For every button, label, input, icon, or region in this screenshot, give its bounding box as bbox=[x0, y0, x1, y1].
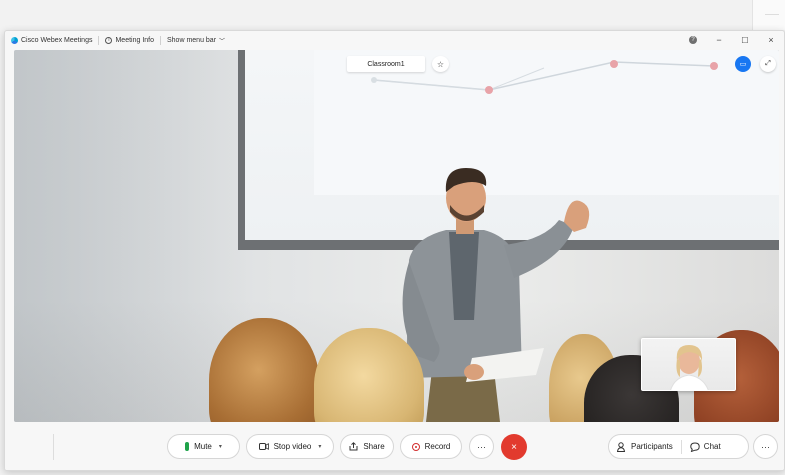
mute-button[interactable]: Mute ▾ bbox=[167, 434, 240, 459]
record-label: Record bbox=[424, 442, 451, 451]
panel-more-button[interactable]: ··· bbox=[753, 434, 778, 459]
expand-icon: ⤢ bbox=[765, 60, 771, 67]
close-button[interactable]: × bbox=[758, 31, 784, 49]
layout-icon: ▭ bbox=[739, 61, 747, 68]
background-panel bbox=[752, 0, 785, 30]
panel-buttons-group: Participants Chat bbox=[608, 434, 749, 459]
show-menu-bar-button[interactable]: Show menu bar ﹀ bbox=[161, 31, 231, 49]
chat-label: Chat bbox=[703, 442, 721, 451]
share-button[interactable]: Share bbox=[340, 434, 394, 459]
participants-label: Participants bbox=[631, 442, 673, 451]
participants-icon bbox=[617, 441, 626, 452]
meeting-info-label: Meeting Info bbox=[115, 36, 154, 44]
close-icon: × bbox=[511, 441, 517, 453]
record-icon bbox=[411, 442, 420, 451]
meeting-name-label: Classroom1 bbox=[347, 56, 425, 72]
mute-label: Mute bbox=[194, 442, 212, 451]
maximize-button[interactable]: ☐ bbox=[732, 31, 758, 49]
stop-video-label: Stop video bbox=[273, 442, 312, 451]
fullscreen-button[interactable]: ⤢ bbox=[760, 56, 776, 72]
chat-icon bbox=[690, 441, 700, 452]
share-label: Share bbox=[363, 442, 385, 451]
chevron-down-icon: ﹀ bbox=[219, 38, 226, 45]
help-icon: ? bbox=[689, 36, 697, 44]
minimize-button[interactable]: − bbox=[706, 31, 732, 49]
meeting-info-button[interactable]: i Meeting Info bbox=[99, 31, 160, 49]
stop-video-button[interactable]: Stop video ▾ bbox=[246, 434, 334, 459]
help-button[interactable]: ? bbox=[680, 31, 706, 49]
meeting-control-bar: Mute ▾ Stop video ▾ Share Record ··· × P… bbox=[5, 422, 784, 470]
microphone-icon bbox=[185, 442, 190, 451]
info-icon: i bbox=[105, 36, 113, 44]
share-icon bbox=[349, 442, 358, 451]
webex-logo-icon bbox=[11, 36, 18, 44]
favorite-button[interactable]: ☆ bbox=[432, 56, 449, 72]
title-bar: Cisco Webex Meetings i Meeting Info Show… bbox=[5, 31, 784, 49]
layout-view-button[interactable]: ▭ bbox=[735, 56, 751, 72]
more-options-button[interactable]: ··· bbox=[469, 434, 494, 459]
end-meeting-button[interactable]: × bbox=[501, 434, 527, 460]
record-button[interactable]: Record bbox=[400, 434, 462, 459]
self-view-person bbox=[670, 345, 709, 390]
video-camera-icon bbox=[258, 443, 269, 450]
chevron-down-icon[interactable]: ▾ bbox=[318, 443, 321, 450]
chat-button[interactable]: Chat bbox=[682, 435, 729, 458]
webex-meeting-window: Cisco Webex Meetings i Meeting Info Show… bbox=[4, 30, 785, 471]
show-menu-label: Show menu bar bbox=[167, 36, 217, 44]
app-name: Cisco Webex Meetings bbox=[21, 36, 93, 44]
main-video-stage: Classroom1 ☆ ▭ ⤢ bbox=[14, 50, 779, 422]
self-view-thumbnail[interactable] bbox=[641, 338, 736, 391]
star-icon: ☆ bbox=[436, 59, 445, 69]
app-title: Cisco Webex Meetings bbox=[5, 31, 98, 49]
chevron-down-icon[interactable]: ▾ bbox=[219, 443, 222, 450]
participants-button[interactable]: Participants bbox=[609, 435, 681, 458]
